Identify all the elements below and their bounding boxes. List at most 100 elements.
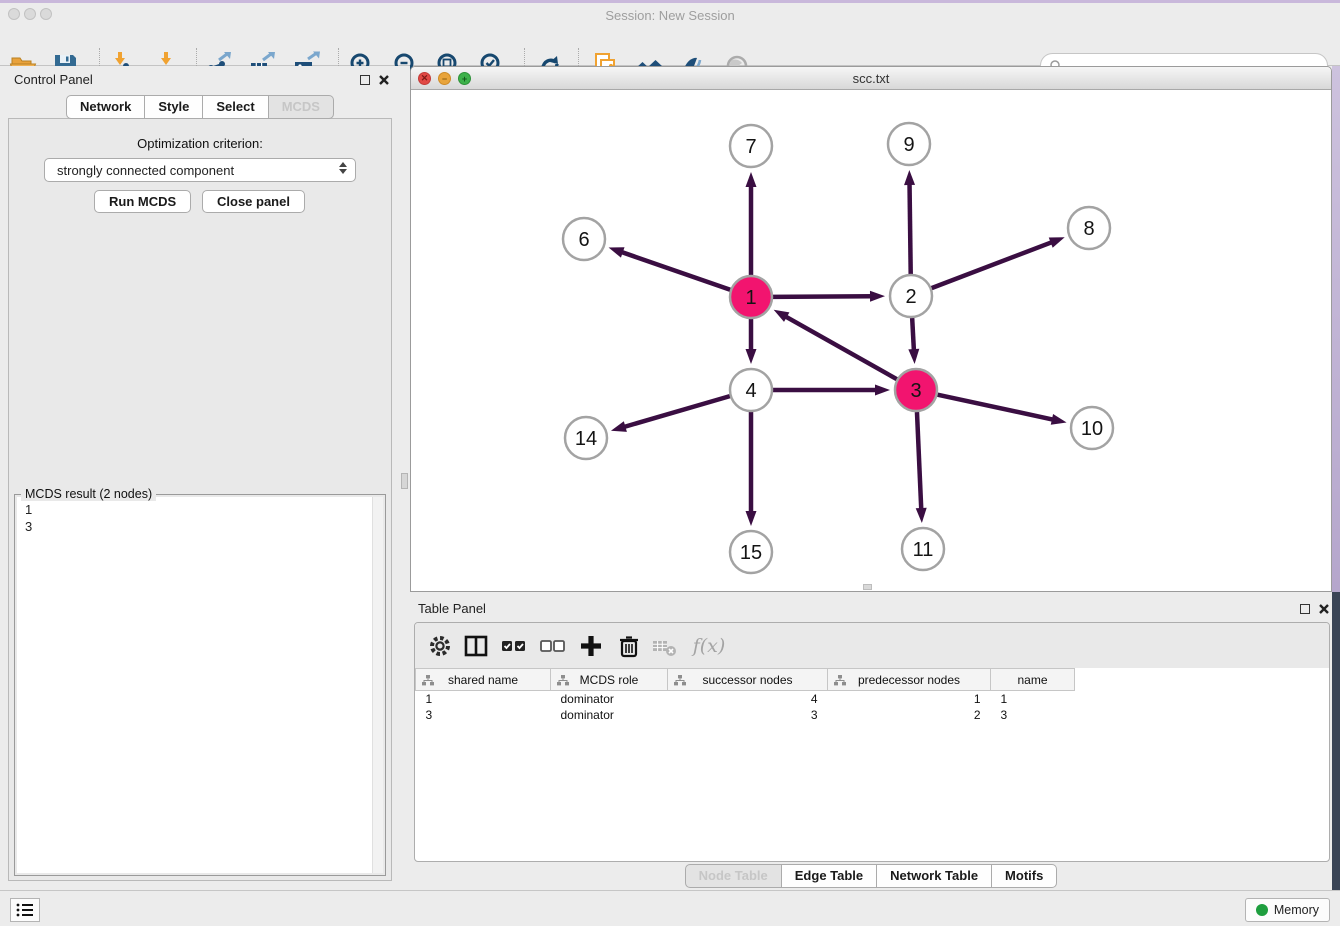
column-label: shared name: [448, 673, 518, 687]
network-close-icon[interactable]: ✕: [418, 72, 431, 85]
edge-3-1[interactable]: [785, 316, 897, 379]
memory-button[interactable]: Memory: [1245, 898, 1330, 922]
hierarchy-icon: [674, 675, 686, 686]
table-cell[interactable]: 3: [416, 707, 551, 723]
table-cell[interactable]: 3: [991, 707, 1075, 723]
table-cell[interactable]: 1: [416, 691, 551, 707]
node-table-container: f(x) shared name MCDS role successor nodes…: [414, 622, 1330, 862]
table-cell[interactable]: 1: [991, 691, 1075, 707]
close-panel-icon[interactable]: [378, 74, 390, 86]
column-label: successor nodes: [702, 673, 792, 687]
table-panel-title: Table Panel: [418, 601, 486, 616]
column-header-predecessor-nodes[interactable]: predecessor nodes: [828, 669, 991, 691]
edge-4-14[interactable]: [623, 396, 729, 427]
delete-column-trash-icon[interactable]: [614, 631, 644, 661]
network-window-titlebar[interactable]: scc.txt ✕ − +: [411, 67, 1331, 90]
control-panel-tabs: NetworkStyleSelectMCDS: [0, 95, 400, 119]
edge-arrowhead: [875, 385, 890, 396]
edge-2-8[interactable]: [932, 242, 1053, 288]
mcds-result-text[interactable]: 1 3: [17, 497, 383, 873]
table-float-icon[interactable]: [1300, 604, 1310, 614]
table-header-row: shared name MCDS role successor nodes prede…: [416, 669, 1075, 691]
node-label-15: 15: [740, 542, 762, 564]
table-cell[interactable]: dominator: [551, 691, 668, 707]
show-columns-icon[interactable]: [461, 631, 491, 661]
table-cell[interactable]: 2: [828, 707, 991, 723]
memory-status-icon: [1256, 904, 1268, 916]
memory-label: Memory: [1274, 903, 1319, 917]
edge-arrowhead: [870, 291, 885, 302]
table-cell[interactable]: 1: [828, 691, 991, 707]
tab-node-table[interactable]: Node Table: [685, 864, 782, 888]
edge-arrowhead: [1051, 414, 1067, 425]
deselect-all-icon[interactable]: [538, 631, 568, 661]
table-close-icon[interactable]: [1318, 603, 1330, 615]
edge-3-11[interactable]: [917, 412, 921, 510]
network-graph[interactable]: 7968124314101511: [411, 90, 1331, 591]
select-all-icon[interactable]: [499, 631, 529, 661]
mcds-result-title: MCDS result (2 nodes): [21, 487, 156, 501]
column-header-shared-name[interactable]: shared name: [416, 669, 551, 691]
tab-motifs[interactable]: Motifs: [992, 864, 1057, 888]
edge-arrowhead: [746, 172, 757, 187]
tab-style[interactable]: Style: [145, 95, 203, 119]
column-header-name[interactable]: name: [991, 669, 1075, 691]
edge-arrowhead: [611, 421, 627, 432]
panel-splitter[interactable]: [400, 66, 410, 890]
network-resize-handle[interactable]: [863, 584, 872, 590]
node-label-8: 8: [1083, 218, 1094, 240]
table-panel: Table Panel: [410, 596, 1332, 890]
column-header-successor-nodes[interactable]: successor nodes: [668, 669, 828, 691]
app-titlebar: Session: New Session: [0, 3, 1340, 22]
table-row[interactable]: 1dominator411: [416, 691, 1075, 707]
float-panel-icon[interactable]: [360, 75, 370, 85]
edge-arrowhead: [908, 349, 919, 364]
edge-3-10[interactable]: [938, 395, 1054, 420]
table-cell[interactable]: 4: [668, 691, 828, 707]
tab-mcds[interactable]: MCDS: [269, 95, 334, 119]
node-label-1: 1: [745, 287, 756, 309]
node-label-3: 3: [910, 380, 921, 402]
node-table[interactable]: shared name MCDS role successor nodes prede…: [415, 668, 1075, 723]
hierarchy-icon: [422, 675, 434, 686]
list-icon: [15, 901, 35, 919]
table-cell[interactable]: 3: [668, 707, 828, 723]
tab-network[interactable]: Network: [66, 95, 145, 119]
desktop-wallpaper-right: [1332, 64, 1340, 592]
optimization-criterion-select[interactable]: strongly connected component: [44, 158, 356, 182]
network-canvas[interactable]: 7968124314101511: [411, 90, 1331, 591]
edge-arrowhead: [774, 310, 790, 322]
control-panel: Control Panel NetworkStyleSelectMCDS Opt…: [0, 66, 400, 890]
edge-arrowhead: [916, 508, 927, 523]
table-row[interactable]: 3dominator323: [416, 707, 1075, 723]
tab-network-table[interactable]: Network Table: [877, 864, 992, 888]
edge-2-9[interactable]: [910, 183, 911, 274]
column-header-MCDS-role[interactable]: MCDS role: [551, 669, 668, 691]
network-minimize-icon[interactable]: −: [438, 72, 451, 85]
edge-arrowhead: [904, 170, 915, 185]
edge-1-6[interactable]: [621, 252, 730, 290]
tab-select[interactable]: Select: [203, 95, 268, 119]
main-toolbar: [0, 22, 1340, 66]
splitter-handle[interactable]: [401, 473, 408, 489]
result-scrollbar[interactable]: [372, 497, 383, 873]
control-panel-title: Control Panel: [14, 72, 93, 87]
node-label-11: 11: [913, 539, 934, 561]
table-panel-tabs: Node TableEdge TableNetwork TableMotifs: [410, 864, 1332, 888]
node-label-4: 4: [745, 380, 756, 402]
optimization-criterion-value: strongly connected component: [57, 163, 234, 178]
close-panel-button[interactable]: Close panel: [202, 190, 305, 213]
edge-1-2[interactable]: [773, 296, 872, 297]
task-history-button[interactable]: [10, 898, 40, 922]
table-toolbar: f(x): [415, 623, 1329, 668]
edge-2-3[interactable]: [912, 318, 914, 351]
table-settings-gear-icon[interactable]: [425, 631, 455, 661]
network-window-title: scc.txt: [411, 67, 1331, 90]
dropdown-stepper-icon: [339, 162, 347, 174]
add-column-icon[interactable]: [576, 631, 606, 661]
network-maximize-icon[interactable]: +: [458, 72, 471, 85]
table-cell[interactable]: dominator: [551, 707, 668, 723]
run-mcds-button[interactable]: Run MCDS: [94, 190, 191, 213]
tab-edge-table[interactable]: Edge Table: [782, 864, 877, 888]
column-label: name: [1017, 673, 1047, 687]
